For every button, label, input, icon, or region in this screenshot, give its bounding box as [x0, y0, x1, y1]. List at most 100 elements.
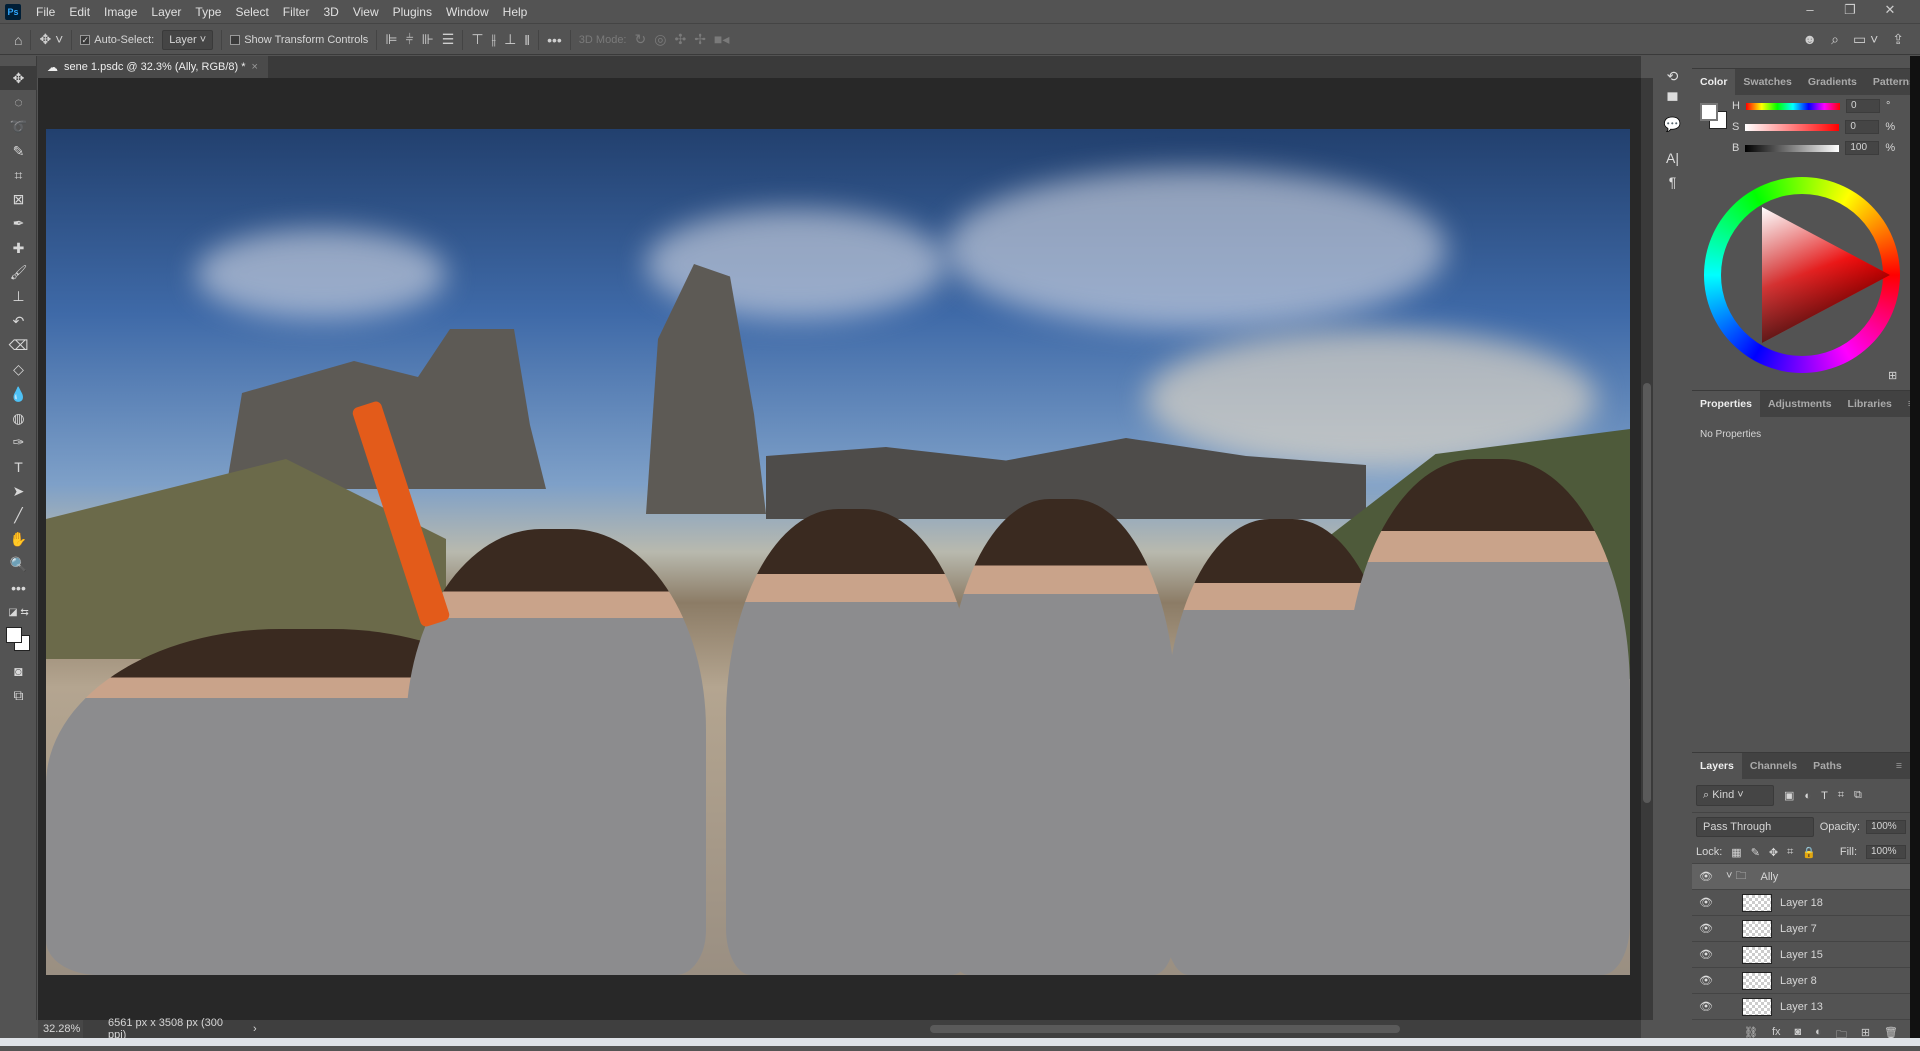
color-panel-add-icon[interactable]: ⊞ — [1888, 369, 1897, 382]
type-tool[interactable]: T — [0, 455, 37, 479]
tab-paths[interactable]: Paths — [1805, 753, 1850, 779]
paragraph-icon[interactable]: ¶ — [1655, 174, 1690, 198]
visibility-eye-icon[interactable]: 👁 — [1692, 948, 1720, 961]
menu-type[interactable]: Type — [188, 5, 228, 19]
menu-plugins[interactable]: Plugins — [386, 5, 439, 19]
layer-row[interactable]: 👁 Layer 13 — [1692, 994, 1910, 1020]
comments-icon[interactable]: 💬 — [1655, 116, 1690, 140]
filter-shape-icon[interactable]: ⌗ — [1838, 789, 1844, 802]
canvas-area[interactable] — [38, 78, 1641, 1020]
auto-select-checkbox[interactable]: ✓ Auto-Select: — [80, 34, 154, 46]
pen-tool[interactable]: ✑ — [0, 430, 37, 454]
distribute-icon[interactable]: ☰ — [442, 31, 455, 48]
lasso-tool[interactable]: ➰ — [0, 115, 37, 139]
lock-artboard-icon[interactable]: ⌗ — [1787, 846, 1793, 859]
zoom-tool[interactable]: 🔍 — [0, 552, 37, 576]
saturation-input[interactable]: 0 — [1845, 120, 1880, 134]
screen-mode-icon[interactable]: ⧉ — [0, 683, 37, 707]
tab-color[interactable]: Color — [1692, 69, 1736, 95]
quick-mask-icon[interactable]: ◙ — [0, 659, 37, 683]
menu-window[interactable]: Window — [439, 5, 496, 19]
foreground-color-swatch[interactable] — [1700, 103, 1718, 121]
move-tool-icon[interactable]: ✥ ˅ — [39, 31, 63, 48]
tab-swatches[interactable]: Swatches — [1735, 69, 1799, 95]
blur-tool[interactable]: 💧 — [0, 382, 37, 406]
history-brush-tool[interactable]: ↶ — [0, 309, 37, 333]
hue-input[interactable]: 0 — [1845, 99, 1880, 113]
layer-filter-dropdown[interactable]: ⌕ Kind ˅ — [1696, 785, 1774, 806]
visibility-eye-icon[interactable]: 👁 — [1692, 870, 1720, 883]
fx-icon[interactable]: fx — [1772, 1026, 1781, 1045]
3d-camera-icon[interactable]: ■◂ — [714, 31, 729, 48]
filter-smart-icon[interactable]: ⧉ — [1854, 789, 1862, 802]
home-icon[interactable]: ⌂ — [14, 32, 22, 48]
layer-row[interactable]: 👁 Layer 7 — [1692, 916, 1910, 942]
move-tool[interactable]: ✥ — [0, 66, 37, 91]
add-mask-icon[interactable]: ◙ — [1795, 1026, 1802, 1045]
tab-gradients[interactable]: Gradients — [1800, 69, 1865, 95]
lock-all-icon[interactable]: 🔒 — [1802, 846, 1816, 859]
adjustment-layer-icon[interactable]: ◐ — [1815, 1026, 1822, 1045]
vertical-scrollbar[interactable] — [1641, 78, 1653, 1020]
paint-bucket-tool[interactable]: ◇ — [0, 358, 37, 382]
align-right-icon[interactable]: ⊪ — [422, 31, 434, 48]
character-icon[interactable]: A| — [1655, 150, 1690, 174]
align-center-icon[interactable]: ⫩ — [406, 31, 414, 48]
align-top-icon[interactable]: ⊤ — [471, 31, 483, 48]
hand-tool[interactable]: ✋ — [0, 528, 37, 552]
quick-select-tool[interactable]: ✎ — [0, 139, 37, 163]
align-bottom-icon[interactable]: ⊥ — [504, 31, 516, 48]
new-layer-icon[interactable]: ⊞ — [1861, 1026, 1870, 1045]
lock-position-icon[interactable]: ✥ — [1769, 846, 1778, 859]
layer-group-ally[interactable]: 👁 ˅ 🗀 Ally — [1692, 864, 1910, 890]
minimize-button[interactable]: – — [1790, 0, 1830, 22]
lock-transparency-icon[interactable]: ▦ — [1731, 846, 1741, 859]
menu-file[interactable]: File — [29, 5, 62, 19]
line-tool[interactable]: ╱ — [0, 503, 37, 527]
more-options-button[interactable]: ••• — [547, 32, 562, 48]
history-icon[interactable]: ⟲ — [1655, 68, 1690, 92]
tab-libraries[interactable]: Libraries — [1840, 391, 1900, 417]
3d-pan-icon[interactable]: ✣ — [674, 31, 686, 48]
layer-row[interactable]: 👁 Layer 15 — [1692, 942, 1910, 968]
opacity-input[interactable]: 100% — [1866, 820, 1906, 834]
3d-roll-icon[interactable]: ◎ — [654, 31, 666, 48]
align-middle-icon[interactable]: ⫲ — [492, 31, 497, 48]
menu-view[interactable]: View — [346, 5, 386, 19]
link-layers-icon[interactable]: ⛓ — [1744, 1026, 1758, 1045]
vertical-scroll-thumb[interactable] — [1643, 383, 1651, 803]
tab-adjustments[interactable]: Adjustments — [1760, 391, 1840, 417]
restore-button[interactable]: ❐ — [1830, 0, 1870, 22]
frame-tool[interactable]: ⊠ — [0, 187, 37, 211]
fill-input[interactable]: 100% — [1866, 845, 1906, 859]
color-wheel[interactable] — [1704, 177, 1900, 373]
tab-channels[interactable]: Channels — [1742, 753, 1805, 779]
eyedropper-tool[interactable]: ✒ — [0, 212, 37, 236]
menu-edit[interactable]: Edit — [62, 5, 97, 19]
eraser-tool[interactable]: ⌫ — [0, 333, 37, 357]
zoom-level[interactable]: 32.28% — [38, 1020, 83, 1038]
plugins-icon[interactable]: ▀ — [1655, 92, 1690, 116]
visibility-eye-icon[interactable]: 👁 — [1692, 974, 1720, 987]
workspace-icon[interactable]: ▭ ˅ — [1853, 31, 1878, 48]
brightness-input[interactable]: 100 — [1845, 141, 1880, 155]
visibility-eye-icon[interactable]: 👁 — [1692, 1000, 1720, 1013]
search-icon[interactable]: ⌕ — [1831, 31, 1839, 48]
horizontal-scrollbar[interactable] — [257, 1020, 1641, 1038]
menu-select[interactable]: Select — [228, 5, 275, 19]
filter-type-icon[interactable]: T — [1821, 790, 1828, 802]
filter-pixel-icon[interactable]: ▣ — [1784, 789, 1794, 802]
menu-help[interactable]: Help — [496, 5, 535, 19]
new-group-icon[interactable]: 🗀 — [1836, 1026, 1847, 1045]
tab-layers[interactable]: Layers — [1692, 753, 1742, 779]
menu-filter[interactable]: Filter — [276, 5, 317, 19]
export-icon[interactable]: ⇪ — [1892, 31, 1904, 48]
align-left-icon[interactable]: ⊫ — [385, 31, 397, 48]
brush-tool[interactable]: 🖌 — [0, 260, 37, 284]
more-tools[interactable]: ••• — [0, 576, 37, 600]
show-transform-checkbox[interactable]: Show Transform Controls — [230, 34, 368, 46]
crop-tool[interactable]: ⌗ — [0, 163, 37, 187]
document-tab[interactable]: ☁ sene 1.psdc @ 32.3% (Ally, RGB/8) * × — [37, 56, 268, 78]
menu-image[interactable]: Image — [97, 5, 144, 19]
saturation-slider[interactable] — [1745, 123, 1840, 131]
